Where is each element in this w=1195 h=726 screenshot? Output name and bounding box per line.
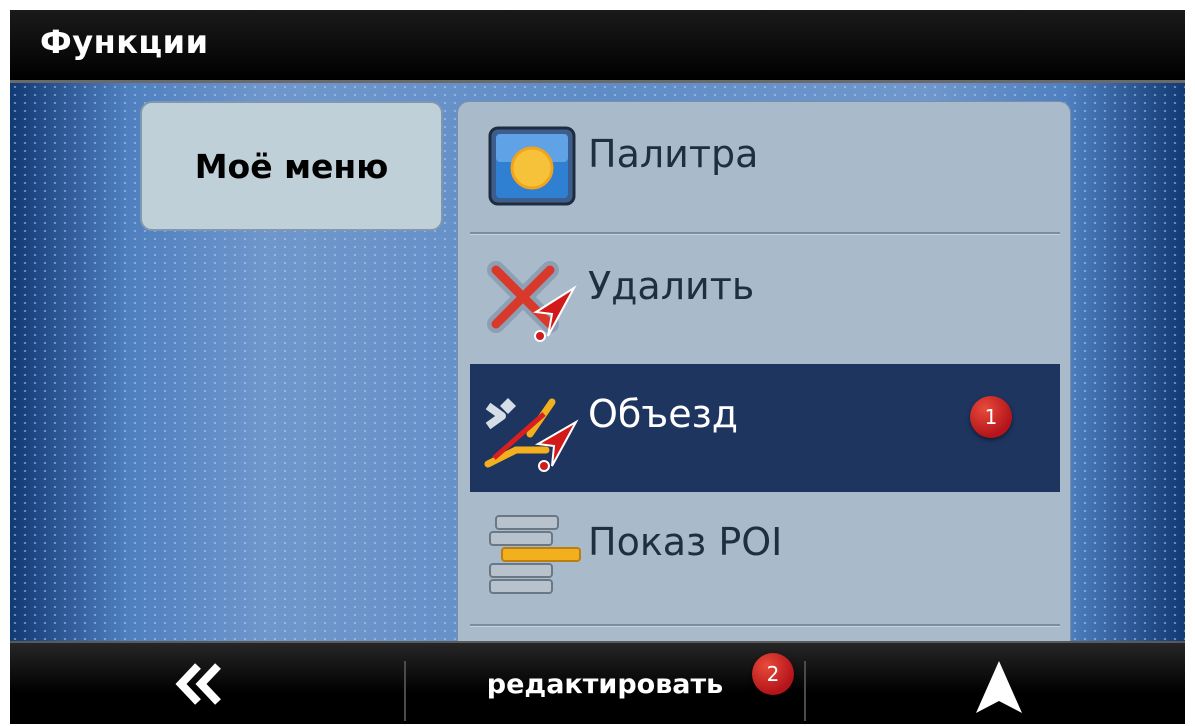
menu-item-detour[interactable]: Объезд 1 bbox=[470, 364, 1060, 492]
device-screen: Функции Моё меню Палитра Удалить Объезд … bbox=[10, 10, 1185, 724]
double-chevron-left-icon bbox=[174, 663, 224, 709]
menu-item-show-poi[interactable]: Показ POI bbox=[470, 492, 1060, 620]
menu-item-label: Объезд bbox=[588, 392, 739, 436]
annotation-badge-1: 1 bbox=[970, 396, 1012, 438]
functions-list[interactable]: Палитра Удалить Объезд 1 Показ POI bbox=[457, 101, 1071, 641]
navigate-button[interactable] bbox=[806, 643, 1185, 724]
page-title: Функции bbox=[40, 23, 209, 61]
my-menu-label: Моё меню bbox=[194, 146, 389, 186]
my-menu-button[interactable]: Моё меню bbox=[140, 101, 443, 231]
annotation-badge-2: 2 bbox=[752, 653, 794, 695]
back-button[interactable] bbox=[10, 643, 404, 724]
menu-item-delete[interactable]: Удалить bbox=[470, 236, 1060, 364]
show-poi-icon bbox=[482, 512, 582, 602]
main-content: Моё меню Палитра Удалить Объезд 1 Показ … bbox=[10, 83, 1185, 641]
menu-item-label: Показ POI bbox=[588, 520, 783, 564]
menu-item-label: Палитра bbox=[588, 132, 759, 176]
delete-route-icon bbox=[482, 256, 582, 346]
edit-button[interactable]: редактировать 2 bbox=[406, 643, 804, 724]
header-bar: Функции bbox=[10, 10, 1185, 83]
navigation-arrow-icon bbox=[974, 659, 1024, 719]
palette-icon bbox=[482, 124, 582, 214]
list-divider bbox=[470, 232, 1060, 235]
footer-bar: редактировать 2 bbox=[10, 641, 1185, 724]
list-divider bbox=[470, 624, 1060, 627]
detour-icon bbox=[482, 384, 582, 474]
menu-item-palette[interactable]: Палитра bbox=[470, 104, 1060, 232]
menu-item-label: Удалить bbox=[588, 264, 755, 308]
edit-button-label: редактировать bbox=[486, 669, 724, 700]
